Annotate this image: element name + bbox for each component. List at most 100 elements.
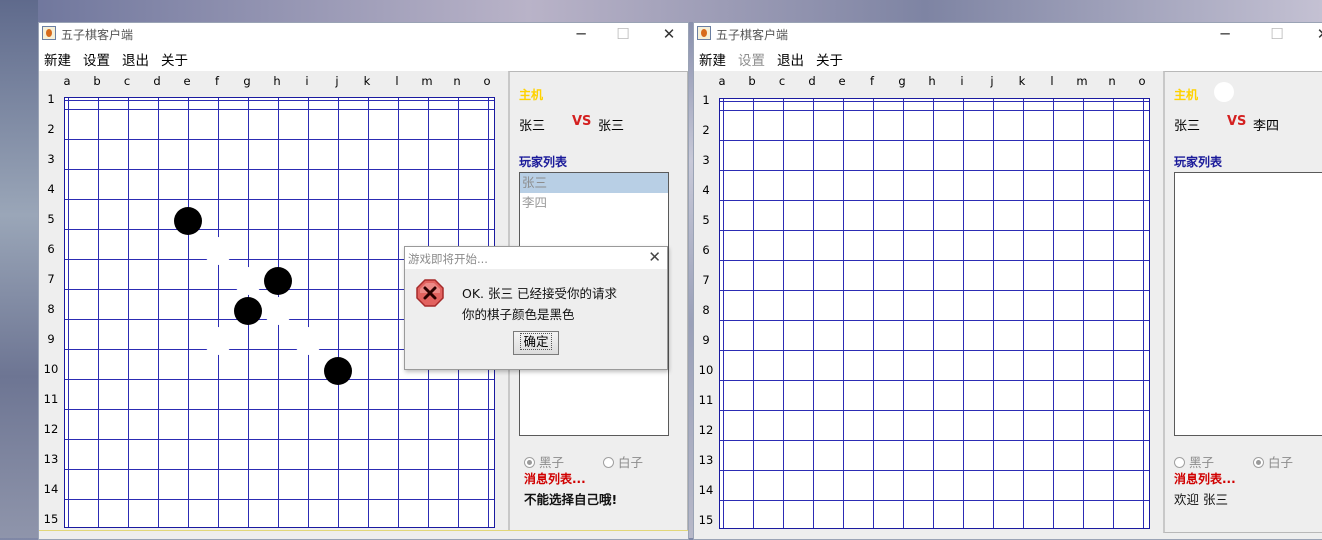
titlebar[interactable]: 五子棋客户端 ─ ☐ ✕ <box>39 23 688 45</box>
row-label: 3 <box>47 152 55 166</box>
column-label: k <box>1018 74 1026 88</box>
titlebar[interactable]: 五子棋客户端 ─ ☐ ✕ <box>694 23 1322 45</box>
row-label: 13 <box>698 453 714 467</box>
column-label: j <box>335 74 339 88</box>
menu-exit[interactable]: 退出 <box>122 49 149 69</box>
column-label: d <box>808 74 816 88</box>
menu-about[interactable]: 关于 <box>816 49 843 69</box>
row-label: 6 <box>702 243 710 257</box>
minimize-button[interactable]: ─ <box>566 24 596 44</box>
row-label: 11 <box>43 392 59 406</box>
menu-new[interactable]: 新建 <box>44 49 71 69</box>
column-label: b <box>93 74 101 88</box>
list-item[interactable]: 张三 <box>520 173 668 193</box>
player-list[interactable] <box>1174 172 1322 436</box>
column-label: k <box>363 74 371 88</box>
vs-label: VS <box>1227 114 1247 129</box>
dialog-close-button[interactable]: ✕ <box>648 248 661 266</box>
row-label: 2 <box>47 122 55 136</box>
column-label: n <box>453 74 461 88</box>
column-label: i <box>305 74 309 88</box>
column-label: j <box>990 74 994 88</box>
ok-button[interactable]: 确定 <box>513 331 559 355</box>
column-label: e <box>183 74 191 88</box>
column-label: b <box>748 74 756 88</box>
column-label: h <box>273 74 281 88</box>
row-label: 10 <box>698 363 714 377</box>
row-label: 4 <box>47 182 55 196</box>
column-label: c <box>778 74 786 88</box>
black-stone <box>324 357 352 385</box>
column-label: l <box>1050 74 1054 88</box>
menu-settings[interactable]: 设置 <box>83 49 110 69</box>
menu-settings[interactable]: 设置 <box>738 49 765 69</box>
host-label: 主机 <box>519 88 544 102</box>
list-item[interactable]: 李四 <box>520 193 668 213</box>
window-title: 五子棋客户端 <box>716 28 789 42</box>
black-radio[interactable]: 黑子 <box>1174 452 1214 471</box>
menu-exit[interactable]: 退出 <box>777 49 804 69</box>
gomoku-board[interactable] <box>719 98 1150 529</box>
menu-new[interactable]: 新建 <box>699 49 726 69</box>
minimize-button[interactable]: ─ <box>1210 24 1240 44</box>
radio-on-icon <box>1253 457 1264 468</box>
error-icon <box>416 279 444 307</box>
row-label: 6 <box>47 242 55 256</box>
white-stone <box>204 327 232 355</box>
close-button[interactable]: ✕ <box>1308 24 1322 44</box>
column-label: f <box>214 74 220 88</box>
white-stone <box>234 267 262 295</box>
column-label: h <box>928 74 936 88</box>
menu-about[interactable]: 关于 <box>161 49 188 69</box>
row-label: 15 <box>43 512 59 526</box>
column-label: o <box>483 74 491 88</box>
player1-name: 张三 <box>519 119 546 134</box>
black-radio[interactable]: 黑子 <box>524 452 564 471</box>
column-label: o <box>1138 74 1146 88</box>
row-label: 8 <box>702 303 710 317</box>
column-label: i <box>960 74 964 88</box>
java-app-icon <box>697 26 711 40</box>
black-stone <box>174 207 202 235</box>
dialog-title: 游戏即将开始... <box>408 252 488 266</box>
column-label: d <box>153 74 161 88</box>
column-label: m <box>1076 74 1088 88</box>
close-button[interactable]: ✕ <box>654 24 684 44</box>
column-label: a <box>63 74 71 88</box>
dialog-message-line1: OK. 张三 已经接受你的请求 <box>462 286 617 301</box>
row-label: 5 <box>47 212 55 226</box>
row-label: 1 <box>47 92 55 106</box>
white-stone <box>264 297 292 325</box>
column-label: g <box>243 74 251 88</box>
vs-label: VS <box>572 114 592 129</box>
maximize-button[interactable]: ☐ <box>608 24 638 44</box>
white-radio[interactable]: 白子 <box>1253 452 1293 471</box>
player-list-label: 玩家列表 <box>519 155 568 169</box>
row-label: 7 <box>702 273 710 287</box>
row-label: 14 <box>43 482 59 496</box>
desktop-background-left <box>0 0 38 538</box>
maximize-button[interactable]: ☐ <box>1262 24 1292 44</box>
row-label: 12 <box>698 423 714 437</box>
column-label: f <box>869 74 875 88</box>
white-stone <box>204 237 232 265</box>
column-label: a <box>718 74 726 88</box>
column-label: m <box>421 74 433 88</box>
row-label: 9 <box>702 333 710 347</box>
radio-off-icon <box>1174 457 1185 468</box>
row-label: 14 <box>698 483 714 497</box>
window-title: 五子棋客户端 <box>61 28 134 42</box>
board-area: a b c d e f g h i j k l m n o 1 2 3 4 5 6 7 8 9 10 11 12 13 14 15 <box>694 71 1164 539</box>
radio-on-icon <box>524 457 535 468</box>
host-stone-indicator <box>1214 82 1234 102</box>
radio-off-icon <box>603 457 614 468</box>
message-list-label: 消息列表... <box>1174 472 1236 486</box>
row-label: 8 <box>47 302 55 316</box>
row-label: 9 <box>47 332 55 346</box>
dialog-titlebar[interactable]: 游戏即将开始... ✕ <box>405 247 667 269</box>
row-label: 1 <box>702 93 710 107</box>
row-label: 7 <box>47 272 55 286</box>
white-radio[interactable]: 白子 <box>603 452 643 471</box>
column-label: g <box>898 74 906 88</box>
menubar: 新建 设置 退出 关于 <box>39 45 688 71</box>
